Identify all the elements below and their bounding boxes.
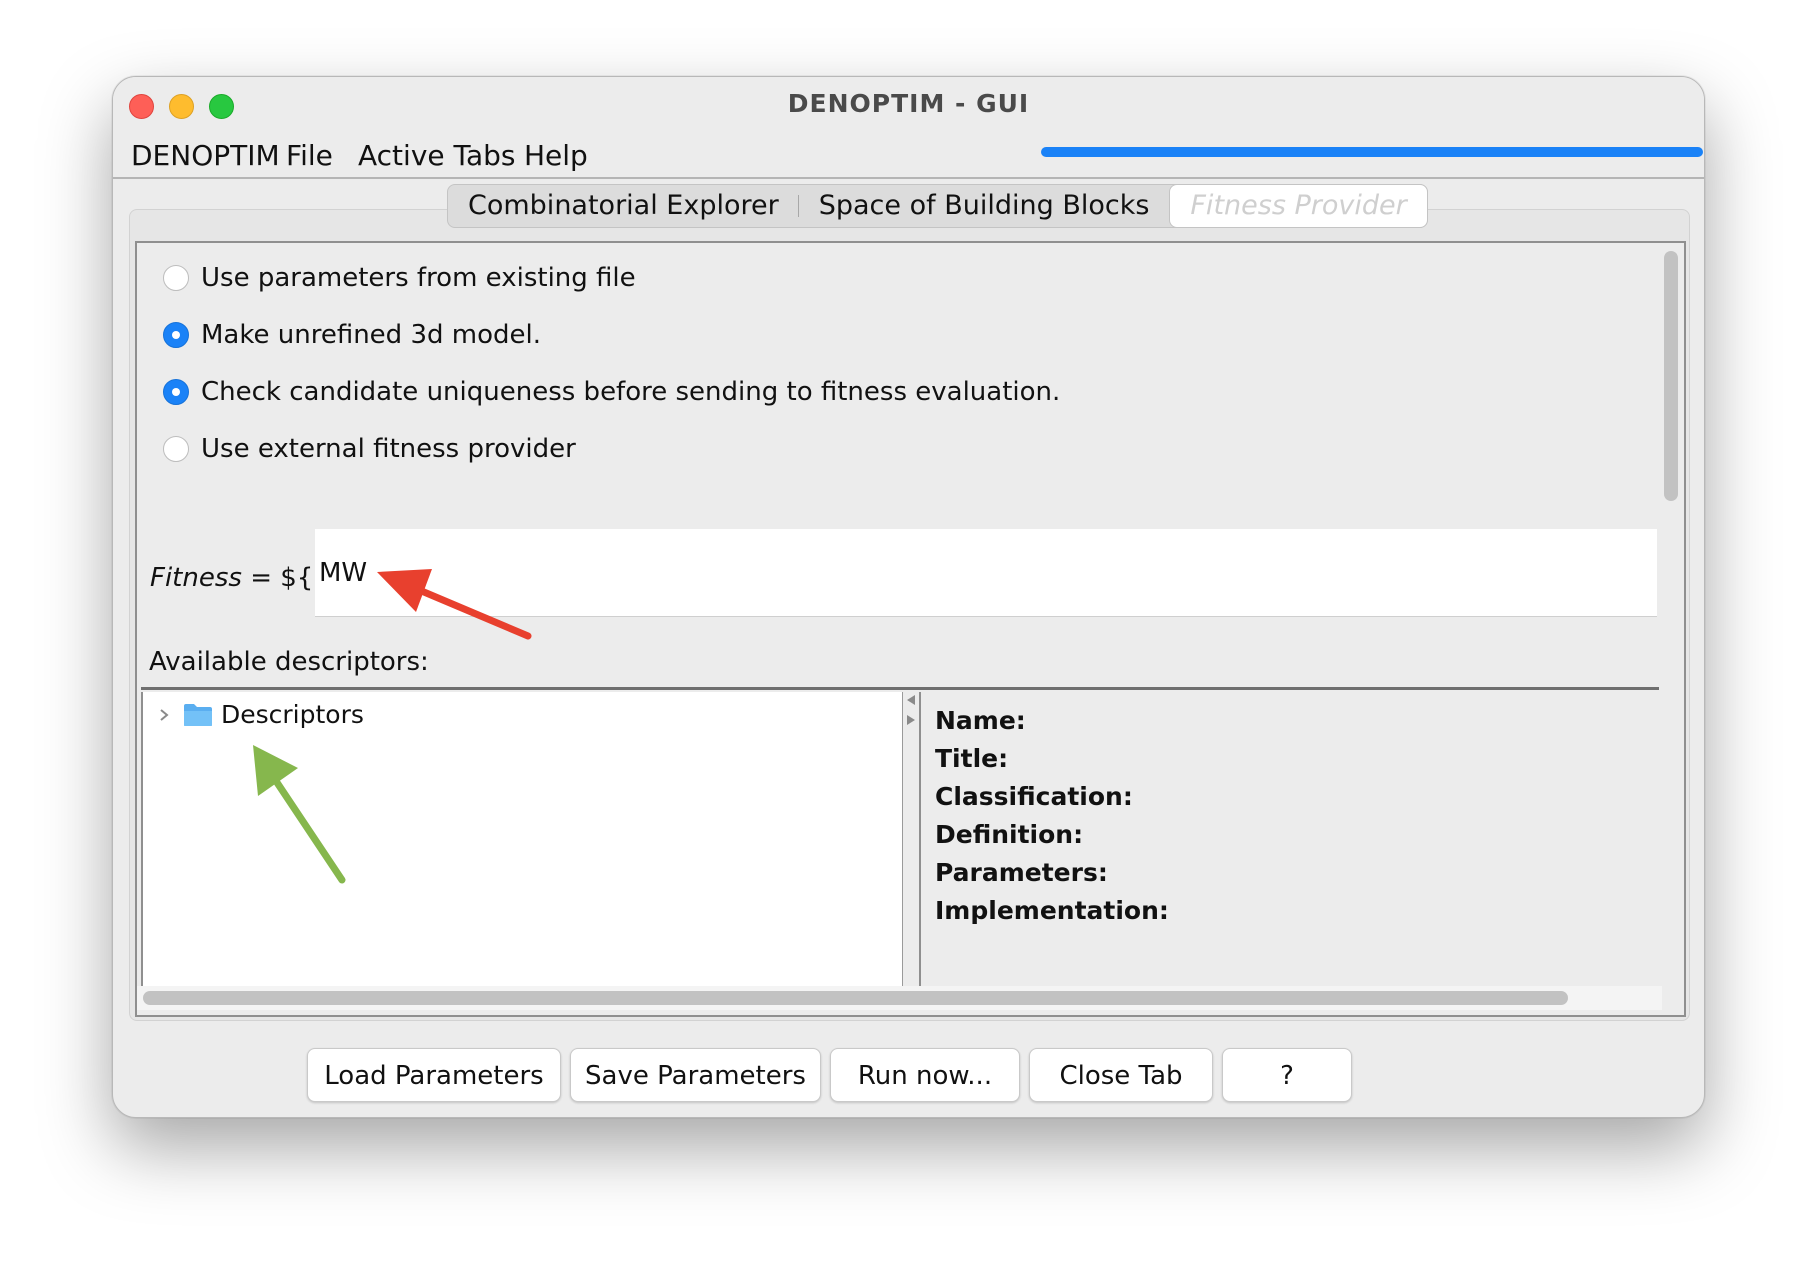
option-make-unrefined-3d-model[interactable]: Make unrefined 3d model. [163, 320, 541, 350]
menu-help[interactable]: Help [524, 139, 588, 172]
fitness-expression-input[interactable] [315, 529, 1657, 617]
collapse-right-icon[interactable] [905, 714, 917, 726]
chevron-right-icon[interactable] [157, 708, 171, 722]
save-parameters-button[interactable]: Save Parameters [570, 1048, 821, 1102]
vertical-scrollbar[interactable] [1664, 251, 1678, 501]
menu-denoptim[interactable]: DENOPTIM [131, 139, 280, 172]
tab-space-of-building-blocks[interactable]: Space of Building Blocks [799, 185, 1170, 227]
radio-button-checked[interactable] [163, 322, 189, 348]
info-name-label: Name: [935, 706, 1026, 735]
option-use-parameters-file[interactable]: Use parameters from existing file [163, 263, 636, 293]
app-window: DENOPTIM - GUI DENOPTIM File Active Tabs… [112, 76, 1705, 1118]
tree-node-descriptors[interactable]: Descriptors [157, 700, 364, 729]
title-bar[interactable]: DENOPTIM - GUI [113, 77, 1704, 133]
help-button[interactable]: ? [1222, 1048, 1352, 1102]
info-parameters-label: Parameters: [935, 858, 1108, 887]
fitness-provider-panel: Use parameters from existing file Make u… [135, 241, 1686, 1017]
window-title: DENOPTIM - GUI [787, 89, 1030, 118]
option-use-external-fitness[interactable]: Use external fitness provider [163, 434, 576, 464]
info-implementation-label: Implementation: [935, 896, 1169, 925]
option-label: Check candidate uniqueness before sendin… [201, 377, 1061, 407]
horizontal-scrollbar-thumb[interactable] [143, 991, 1568, 1005]
fitness-expression-label: Fitness = ${ [150, 563, 314, 593]
run-now-button[interactable]: Run now... [830, 1048, 1020, 1102]
option-label: Use external fitness provider [201, 434, 576, 464]
info-title-label: Title: [935, 744, 1009, 773]
menu-active-tabs[interactable]: Active Tabs [358, 139, 516, 172]
option-check-uniqueness[interactable]: Check candidate uniqueness before sendin… [163, 377, 1060, 407]
radio-button[interactable] [163, 436, 189, 462]
close-tab-button[interactable]: Close Tab [1029, 1048, 1213, 1102]
option-label: Make unrefined 3d model. [201, 320, 541, 350]
collapse-left-icon[interactable] [905, 694, 917, 706]
folder-icon [184, 703, 212, 726]
tab-bar: Combinatorial Explorer Space of Building… [447, 184, 1428, 228]
horizontal-scrollbar[interactable] [137, 986, 1662, 1010]
tree-node-label: Descriptors [221, 700, 364, 729]
menu-file[interactable]: File [286, 139, 333, 172]
radio-button-checked[interactable] [163, 379, 189, 405]
descriptor-tree[interactable]: Descriptors [141, 692, 904, 986]
info-classification-label: Classification: [935, 782, 1133, 811]
descriptor-info-pane: Name: Title: Classification: Definition:… [919, 692, 1663, 986]
tab-fitness-provider[interactable]: Fitness Provider [1169, 184, 1428, 228]
tab-combinatorial-explorer[interactable]: Combinatorial Explorer [448, 185, 799, 227]
available-descriptors-label: Available descriptors: [149, 647, 429, 677]
radio-button[interactable] [163, 265, 189, 291]
split-pane-divider[interactable] [903, 692, 919, 986]
split-pane-border [141, 687, 1659, 690]
progress-bar [1041, 147, 1703, 157]
load-parameters-button[interactable]: Load Parameters [307, 1048, 561, 1102]
info-definition-label: Definition: [935, 820, 1084, 849]
option-label: Use parameters from existing file [201, 263, 636, 293]
